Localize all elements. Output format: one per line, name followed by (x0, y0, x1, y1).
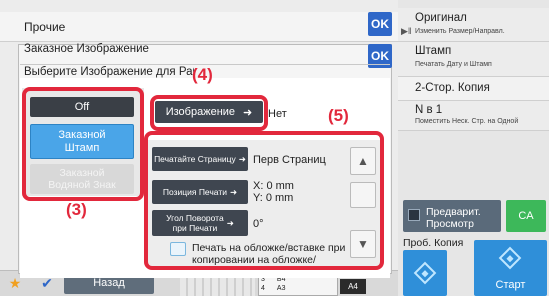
other-functions-title: Прочие (24, 20, 66, 34)
other-functions-ok-button[interactable]: OK (368, 12, 392, 36)
annotation-label-4: (4) (192, 65, 213, 84)
tray-row: 4 A3 (261, 285, 337, 292)
annotation-frame-3 (22, 87, 144, 201)
proof-copy-button[interactable] (403, 250, 447, 296)
clear-all-button[interactable]: CA (506, 200, 546, 232)
start-label: Старт (495, 279, 526, 291)
tray-size: A3 (276, 285, 286, 292)
preview-icon (408, 209, 420, 221)
expand-arrow-icon[interactable]: ▶‖ (401, 26, 412, 37)
n-up-function-item[interactable]: N в 1 Поместить Неск. Стр. на Одной (398, 101, 549, 131)
duplex-copy-function-item[interactable]: 2-Стор. Копия (398, 77, 549, 101)
original-title: Оригинал (415, 12, 467, 24)
tray-number: 4 (261, 285, 265, 292)
n-up-subtitle: Поместить Неск. Стр. на Одной (415, 118, 519, 125)
custom-image-dialog-title: Заказное Изображение (24, 43, 149, 55)
proof-copy-label: Проб. Копия (403, 237, 464, 249)
start-icon (498, 246, 522, 270)
annotation-frame-4 (150, 95, 268, 131)
select-image-instruction: Выберите Изображение для Рабо (24, 66, 194, 78)
paper-size-indicator: A4 (340, 279, 366, 294)
annotation-label-3: (3) (66, 200, 87, 219)
original-function-item[interactable]: Оригинал Изменить Размер/Направл. (398, 8, 549, 42)
stamp-title: Штамп (415, 45, 452, 57)
annotation-label-5: (5) (328, 106, 349, 125)
n-up-title: N в 1 (415, 104, 443, 116)
proof-start-icon (413, 261, 437, 285)
selected-image-value: Нет (268, 108, 287, 120)
stamp-subtitle: Печатать Дату и Штамп (415, 61, 492, 68)
preview-label: Предварит. Просмотр (426, 206, 481, 230)
stamp-function-item[interactable]: Штамп Печатать Дату и Штамп (398, 42, 549, 77)
annotation-frame-5 (144, 131, 384, 270)
preview-label-line-2: Просмотр (426, 218, 474, 230)
duplex-copy-title: 2-Стор. Копия (415, 82, 490, 94)
preview-label-line-1: Предварит. (426, 206, 481, 218)
original-subtitle: Изменить Размер/Направл. (415, 28, 505, 35)
